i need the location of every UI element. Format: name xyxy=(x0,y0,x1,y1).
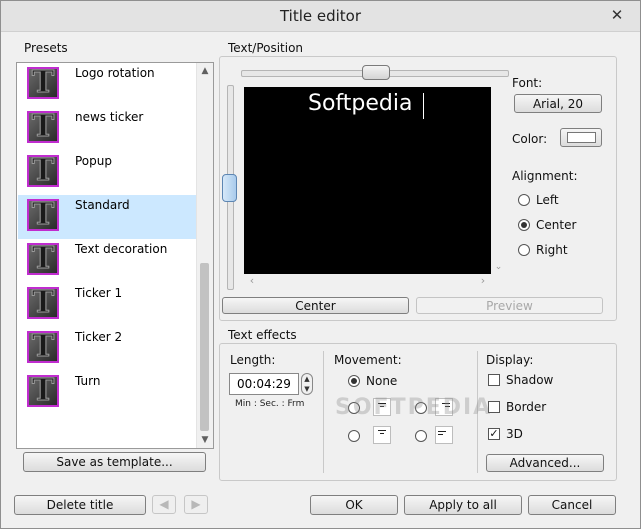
arrow-left-icon[interactable]: ◀ xyxy=(152,495,176,514)
preview-horizontal-scrollbar[interactable]: ‹ › xyxy=(244,274,506,288)
align-left-label: Left xyxy=(536,193,559,207)
ok-button[interactable]: OK xyxy=(310,495,398,515)
title-template-icon: T xyxy=(27,331,59,363)
length-input[interactable]: 00:04:29 xyxy=(229,373,299,395)
3d-label: 3D xyxy=(506,427,523,441)
scroll-down-icon[interactable]: ⌄ xyxy=(491,259,506,275)
movement-left-icon xyxy=(435,426,453,444)
border-label: Border xyxy=(506,400,547,414)
delete-title-button[interactable]: Delete title xyxy=(14,495,146,515)
font-label: Font: xyxy=(512,76,543,90)
title-template-icon: T xyxy=(27,375,59,407)
preset-item-label: Turn xyxy=(75,374,101,388)
separator xyxy=(323,351,324,473)
close-icon[interactable]: ✕ xyxy=(604,6,630,24)
preset-item-popup[interactable]: T Popup xyxy=(18,151,196,195)
preset-item-logo-rotation[interactable]: T Logo rotation xyxy=(18,63,196,107)
presets-scrollbar[interactable]: ▲ ▼ xyxy=(196,63,213,448)
preset-item-ticker-1[interactable]: T Ticker 1 xyxy=(18,283,196,327)
title-template-icon: T xyxy=(27,243,59,275)
preset-item-text-decoration[interactable]: T Text decoration xyxy=(18,239,196,283)
shadow-checkbox[interactable] xyxy=(488,374,500,386)
presets-label: Presets xyxy=(24,41,68,55)
horizontal-slider-thumb[interactable] xyxy=(362,65,390,80)
movement-option-4-radio[interactable] xyxy=(415,430,427,442)
movement-label: Movement: xyxy=(334,353,402,367)
length-spinner[interactable]: ▲ ▼ xyxy=(301,373,313,395)
title-preview-canvas[interactable]: Softpedia xyxy=(244,87,506,274)
movement-center-icon xyxy=(373,426,391,444)
preview-title-text[interactable]: Softpedia xyxy=(308,91,412,116)
preset-item-label: Ticker 1 xyxy=(75,286,123,300)
vertical-slider-thumb[interactable] xyxy=(222,174,237,202)
preset-item-label: news ticker xyxy=(75,110,144,124)
preset-item-ticker-2[interactable]: T Ticker 2 xyxy=(18,327,196,371)
align-left-radio[interactable] xyxy=(518,194,530,206)
spin-up-icon[interactable]: ▲ xyxy=(302,374,312,384)
text-position-label: Text/Position xyxy=(228,41,304,55)
movement-option-3-radio[interactable] xyxy=(348,430,360,442)
display-label: Display: xyxy=(486,353,534,367)
save-as-template-button[interactable]: Save as template... xyxy=(23,452,206,472)
window-title: Title editor xyxy=(279,7,362,25)
preset-item-label: Text decoration xyxy=(75,242,168,256)
scroll-up-icon[interactable]: ▲ xyxy=(197,63,213,79)
apply-to-all-button[interactable]: Apply to all xyxy=(404,495,522,515)
length-format-label: Min : Sec. : Frm xyxy=(235,399,305,409)
preset-item-label: Ticker 2 xyxy=(75,330,123,344)
color-swatch xyxy=(567,132,596,143)
title-template-icon: T xyxy=(27,111,59,143)
align-right-label: Right xyxy=(536,243,568,257)
title-template-icon: T xyxy=(27,287,59,319)
advanced-button[interactable]: Advanced... xyxy=(486,454,604,472)
scroll-down-icon[interactable]: ▼ xyxy=(197,432,213,448)
scroll-thumb[interactable] xyxy=(200,263,209,431)
preset-item-standard[interactable]: T Standard xyxy=(18,195,196,239)
title-editor-window: Title editor ✕ Presets T Logo rotation T… xyxy=(0,0,641,529)
title-bar: Title editor ✕ xyxy=(1,1,640,32)
scroll-right-icon[interactable]: › xyxy=(476,273,490,289)
title-template-icon: T xyxy=(27,155,59,187)
arrow-right-icon[interactable]: ▶ xyxy=(184,495,208,514)
preset-item-label: Standard xyxy=(75,198,130,212)
alignment-label: Alignment: xyxy=(512,169,578,183)
color-label: Color: xyxy=(512,132,548,146)
scroll-left-icon[interactable]: ‹ xyxy=(245,273,259,289)
presets-list[interactable]: T Logo rotation T news ticker T Popup T … xyxy=(16,62,214,449)
length-label: Length: xyxy=(230,353,276,367)
preview-vertical-scrollbar[interactable]: ⌄ xyxy=(491,87,506,274)
preset-item-news-ticker[interactable]: T news ticker xyxy=(18,107,196,151)
spin-down-icon[interactable]: ▼ xyxy=(302,384,312,394)
preset-item-label: Popup xyxy=(75,154,112,168)
align-center-radio[interactable] xyxy=(518,219,530,231)
title-template-icon: T xyxy=(27,67,59,99)
border-checkbox[interactable] xyxy=(488,401,500,413)
text-caret xyxy=(423,93,424,119)
align-center-label: Center xyxy=(536,218,577,232)
preview-button[interactable]: Preview xyxy=(416,297,603,314)
title-template-icon: T xyxy=(27,199,59,231)
softpedia-watermark: SOFTPEDIA xyxy=(335,395,493,420)
font-picker-button[interactable]: Arial, 20 xyxy=(514,94,602,113)
preset-item-label: Logo rotation xyxy=(75,66,155,80)
movement-none-label: None xyxy=(366,374,398,388)
text-effects-label: Text effects xyxy=(228,328,297,342)
center-button[interactable]: Center xyxy=(222,297,409,314)
shadow-label: Shadow xyxy=(506,373,554,387)
cancel-button[interactable]: Cancel xyxy=(528,495,616,515)
3d-checkbox[interactable]: ✓ xyxy=(488,428,500,440)
align-right-radio[interactable] xyxy=(518,244,530,256)
preset-item-turn[interactable]: T Turn xyxy=(18,371,196,415)
movement-none-radio[interactable] xyxy=(348,375,360,387)
